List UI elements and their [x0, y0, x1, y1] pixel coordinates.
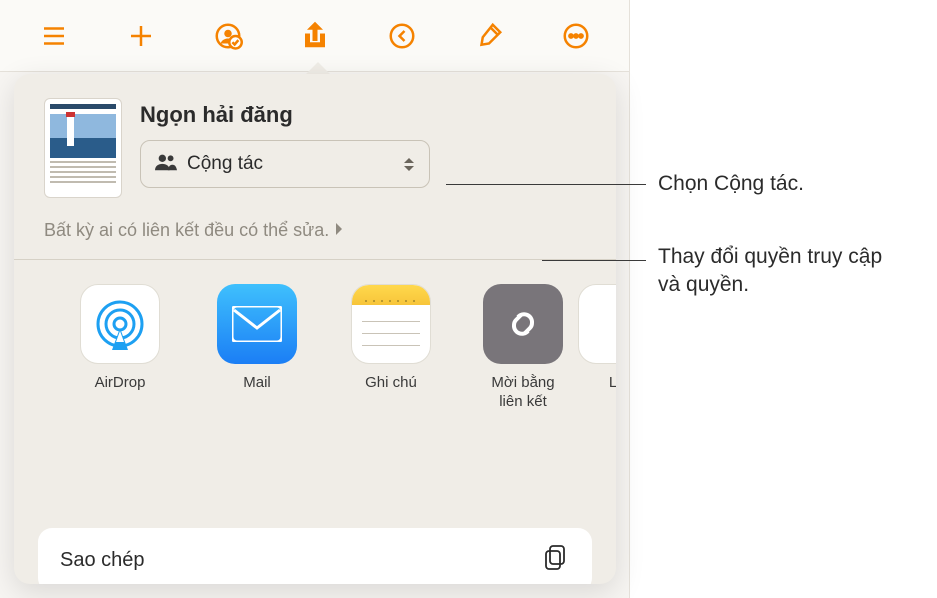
list-icon[interactable] [36, 18, 71, 54]
brush-icon[interactable] [471, 18, 506, 54]
copy-icon [542, 543, 570, 577]
airdrop-icon [80, 284, 160, 364]
airdrop-app[interactable]: AirDrop [50, 284, 190, 412]
more-icon[interactable] [558, 18, 593, 54]
share-icon[interactable] [297, 18, 332, 54]
share-sheet: Ngọn hải đăng Cộng tác Bất kỳ ai có liên… [14, 74, 616, 584]
link-icon [483, 284, 563, 364]
mail-app[interactable]: Mail [190, 284, 324, 412]
notes-icon [351, 284, 431, 364]
chevron-right-icon [335, 220, 344, 241]
invite-link-app[interactable]: Mời bằng liên kết [458, 284, 588, 412]
mail-label: Mail [243, 374, 271, 393]
notes-app[interactable]: Ghi chú [324, 284, 458, 412]
share-apps-row: AirDrop Mail Ghi chú [14, 260, 616, 412]
people-icon [155, 153, 177, 176]
collaboration-mode-select[interactable]: Cộng tác [140, 140, 430, 188]
reminders-label-partial: Lờ [609, 374, 616, 393]
document-thumbnail [44, 98, 122, 198]
undo-icon[interactable] [384, 18, 419, 54]
permissions-row[interactable]: Bất kỳ ai có liên kết đều có thể sửa. [14, 220, 616, 259]
callout-line-collab [446, 184, 646, 185]
device-frame: Ngọn hải đăng Cộng tác Bất kỳ ai có liên… [0, 0, 630, 598]
document-title: Ngọn hải đăng [140, 102, 592, 128]
copy-label: Sao chép [60, 549, 145, 572]
add-icon[interactable] [123, 18, 158, 54]
copy-action[interactable]: Sao chép [38, 528, 592, 584]
permissions-text: Bất kỳ ai có liên kết đều có thể sửa. [44, 220, 329, 241]
reminders-app-partial[interactable]: Lờ [588, 284, 616, 412]
callout-permissions: Thay đổi quyền truy cập và quyền. [658, 243, 898, 300]
notes-label: Ghi chú [365, 374, 417, 393]
callout-line-perm [542, 260, 646, 261]
invite-link-label: Mời bằng liên kết [491, 374, 554, 412]
callout-collab: Chọn Cộng tác. [658, 170, 804, 198]
document-header: Ngọn hải đăng Cộng tác [14, 98, 616, 198]
airdrop-label: AirDrop [95, 374, 146, 393]
collab-badge-icon[interactable] [210, 18, 245, 54]
collaboration-label: Cộng tác [187, 153, 393, 175]
popover-arrow [306, 62, 330, 74]
mail-icon [217, 284, 297, 364]
chevron-updown-icon [403, 157, 415, 172]
reminders-icon [578, 284, 616, 364]
